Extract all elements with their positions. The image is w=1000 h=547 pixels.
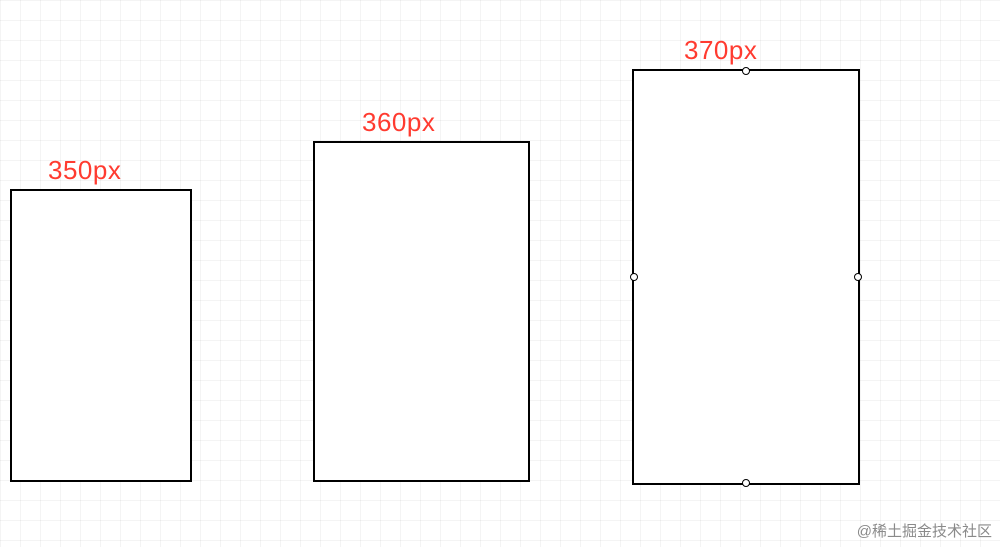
- resize-handle-right[interactable]: [854, 273, 862, 281]
- resize-handle-left[interactable]: [630, 273, 638, 281]
- grid-canvas[interactable]: 350px 360px 370px @稀土掘金技术社区: [0, 0, 1000, 547]
- box2[interactable]: [313, 141, 530, 482]
- box3-selected[interactable]: [632, 69, 860, 485]
- watermark: @稀土掘金技术社区: [857, 520, 992, 541]
- box1[interactable]: [10, 189, 192, 482]
- resize-handle-top[interactable]: [742, 67, 750, 75]
- box1-label: 350px: [48, 155, 121, 186]
- box2-label: 360px: [362, 107, 435, 138]
- resize-handle-bottom[interactable]: [742, 479, 750, 487]
- box3-label: 370px: [684, 35, 757, 66]
